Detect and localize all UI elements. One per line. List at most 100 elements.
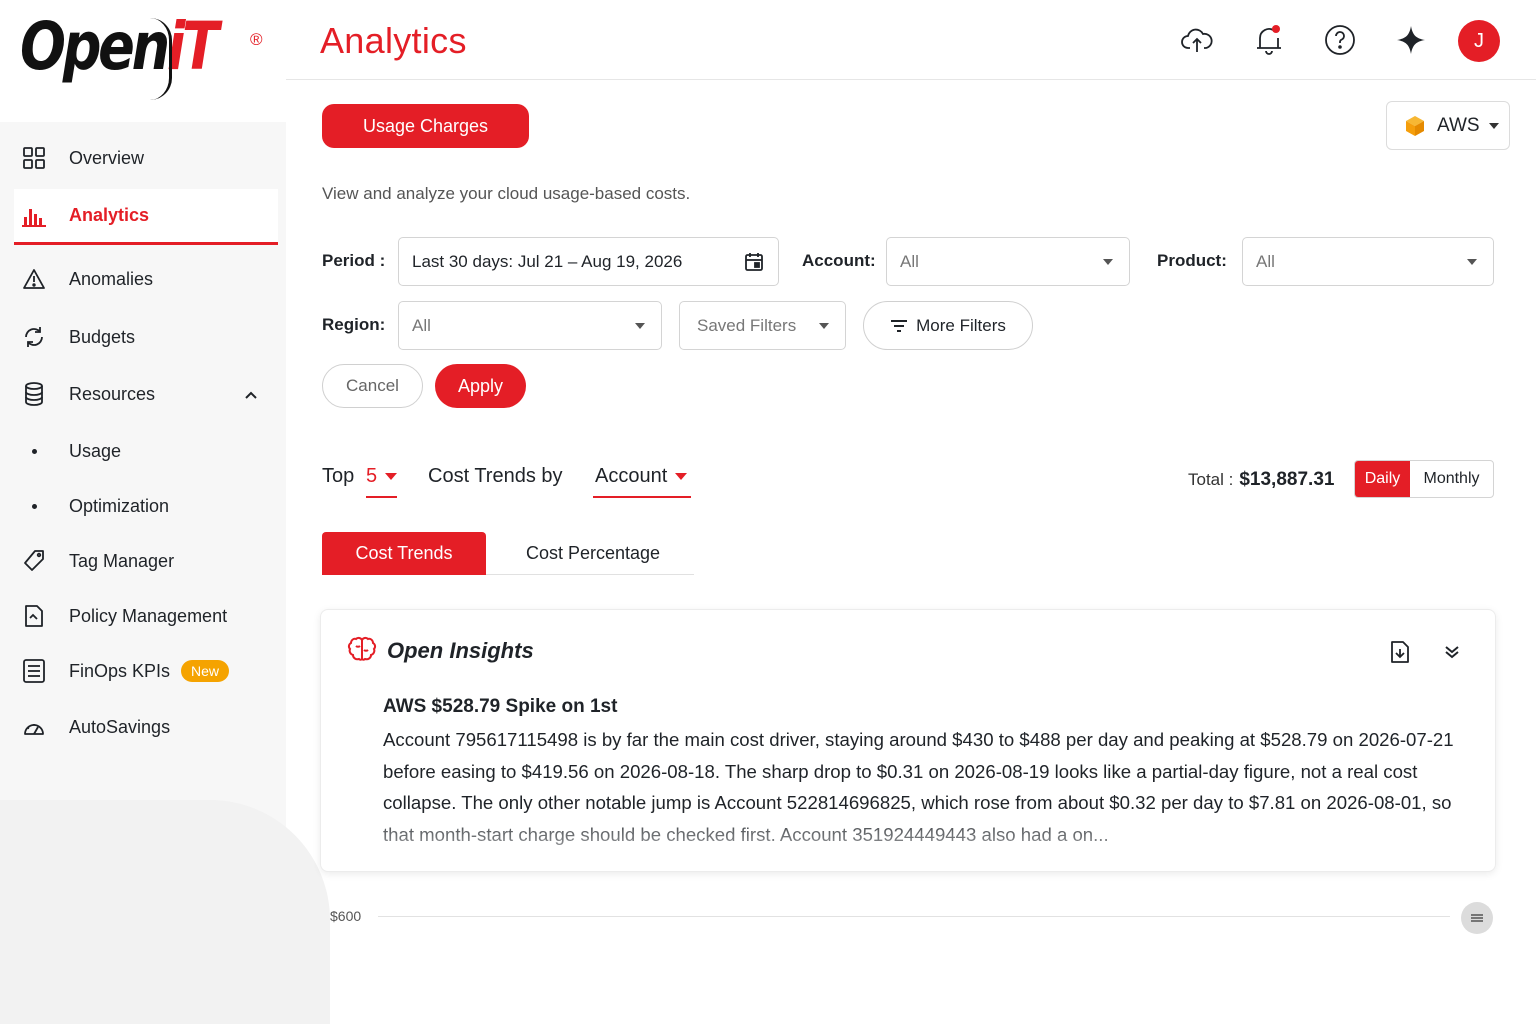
sidebar-item-label: Budgets (69, 326, 136, 347)
gauge-icon (22, 715, 46, 739)
tag-icon (22, 549, 46, 573)
product-value: All (1256, 251, 1275, 271)
account-label: Account: (802, 251, 876, 270)
warning-icon (22, 267, 46, 291)
more-filters-label: More Filters (916, 315, 1006, 335)
view-tabs: Cost Trends Cost Percentage (322, 532, 694, 575)
region-select[interactable]: All (398, 301, 662, 350)
page-title: Analytics (320, 20, 467, 61)
daily-toggle[interactable]: Daily (1355, 461, 1410, 497)
bell-icon[interactable] (1251, 22, 1287, 58)
total-value: $13,887.31 (1239, 469, 1335, 490)
user-avatar[interactable]: J (1458, 20, 1500, 62)
chevron-down-icon (1103, 258, 1113, 265)
granularity-toggle: Daily Monthly (1354, 460, 1494, 498)
sidebar-item-label: FinOps KPIs (69, 660, 171, 681)
more-filters-button[interactable]: More Filters (863, 301, 1033, 350)
bullet-icon (22, 494, 46, 518)
sidebar-item-label: Optimization (69, 495, 170, 516)
saved-filters-select[interactable]: Saved Filters (679, 301, 846, 350)
cloud-provider-value: AWS (1437, 114, 1480, 136)
main-content: Usage Charges AWS View and analyze your … (286, 80, 1536, 1024)
sidebar-item-label: Policy Management (69, 605, 228, 626)
region-label: Region: (322, 315, 386, 334)
page-subtitle: View and analyze your cloud usage-based … (322, 184, 691, 203)
group-by-value: Account (595, 465, 668, 487)
sidebar-item-tag-manager[interactable]: Tag Manager (14, 533, 278, 589)
sidebar-item-label: Usage (69, 440, 122, 461)
brand-logo[interactable]: OpeniT ® (0, 0, 286, 122)
sidebar-decor (0, 800, 330, 1024)
sidebar-item-resources[interactable]: Resources (14, 366, 278, 422)
cancel-button[interactable]: Cancel (322, 364, 423, 408)
account-value: All (900, 251, 919, 271)
download-report-icon[interactable] (1389, 640, 1411, 669)
sidebar-item-overview[interactable]: Overview (14, 130, 278, 186)
refresh-icon (22, 325, 46, 349)
total-label: Total : (1188, 470, 1234, 489)
product-select[interactable]: All (1242, 237, 1494, 286)
filter-icon (890, 319, 908, 333)
top-n-value: 5 (366, 465, 378, 487)
calendar-icon (744, 252, 764, 272)
sparkle-icon[interactable] (1393, 22, 1429, 58)
sidebar-item-label: Resources (69, 383, 156, 404)
top-n-select[interactable]: 5 (366, 465, 398, 498)
region-value: All (412, 315, 431, 335)
brain-icon (347, 636, 377, 669)
chart-gridline (378, 916, 1450, 917)
chevron-down-icon (635, 322, 645, 329)
open-insights-card: Open Insights AWS $528.79 Spike on 1st A… (320, 609, 1496, 872)
sidebar-item-policy-management[interactable]: Policy Management (14, 588, 278, 644)
chevron-down-icon (385, 473, 398, 480)
period-picker[interactable]: Last 30 days: Jul 21 – Aug 19, 2026 (398, 237, 779, 286)
account-select[interactable]: All (886, 237, 1130, 286)
sidebar-item-label: Overview (69, 147, 145, 168)
sidebar-item-optimization[interactable]: Optimization (14, 478, 278, 534)
list-icon (22, 659, 46, 683)
insights-title: Open Insights (387, 638, 534, 663)
tab-cost-trends[interactable]: Cost Trends (322, 532, 486, 575)
database-icon (22, 382, 46, 406)
usage-charges-button[interactable]: Usage Charges (322, 104, 529, 148)
period-value: Last 30 days: Jul 21 – Aug 19, 2026 (412, 251, 683, 271)
tab-cost-percentage[interactable]: Cost Percentage (486, 532, 700, 575)
saved-filters-label: Saved Filters (697, 315, 797, 335)
logo-wordmark: OpeniT (20, 8, 219, 85)
sidebar-item-label: Anomalies (69, 268, 154, 289)
top-header: Analytics J (286, 0, 1536, 80)
total-cost: Total : $13,887.31 (1188, 469, 1334, 491)
new-badge: New (181, 660, 230, 682)
menu-icon (1470, 913, 1484, 923)
help-icon[interactable] (1322, 22, 1358, 58)
bar-chart-icon (22, 204, 46, 228)
chevron-down-icon (819, 322, 829, 329)
sidebar-item-analytics[interactable]: Analytics (14, 189, 278, 245)
cloud-upload-icon[interactable] (1179, 22, 1215, 58)
chevron-up-icon[interactable] (244, 384, 258, 405)
collapse-icon[interactable] (1443, 644, 1461, 665)
group-by-select[interactable]: Account (593, 465, 692, 498)
bullet-icon (22, 439, 46, 463)
sidebar-item-autosavings[interactable]: AutoSavings (14, 699, 278, 755)
cloud-provider-select[interactable]: AWS (1386, 101, 1510, 150)
sidebar-item-label: AutoSavings (69, 716, 171, 737)
monthly-toggle[interactable]: Monthly (1410, 461, 1493, 497)
sidebar: OpeniT ® Overview Analytics Anomalies Bu… (0, 0, 330, 1024)
insight-headline: AWS $528.79 Spike on 1st (383, 696, 618, 717)
apply-button[interactable]: Apply (435, 364, 526, 408)
top-label: Top (322, 465, 355, 487)
sidebar-item-anomalies[interactable]: Anomalies (14, 251, 278, 307)
y-axis-tick: $600 (330, 908, 362, 924)
logo-arc (150, 18, 172, 100)
sidebar-item-finops-kpis[interactable]: FinOps KPIs New (14, 643, 278, 699)
sidebar-item-usage[interactable]: Usage (14, 423, 278, 479)
sidebar-item-label: Tag Manager (69, 550, 175, 571)
aws-cube-icon (1405, 115, 1425, 137)
sidebar-item-label: Analytics (69, 205, 150, 225)
grid-icon (22, 146, 46, 170)
chart-menu-button[interactable] (1461, 902, 1493, 934)
policy-icon (22, 604, 46, 628)
sidebar-item-budgets[interactable]: Budgets (14, 309, 278, 365)
chevron-down-icon (1467, 258, 1477, 265)
